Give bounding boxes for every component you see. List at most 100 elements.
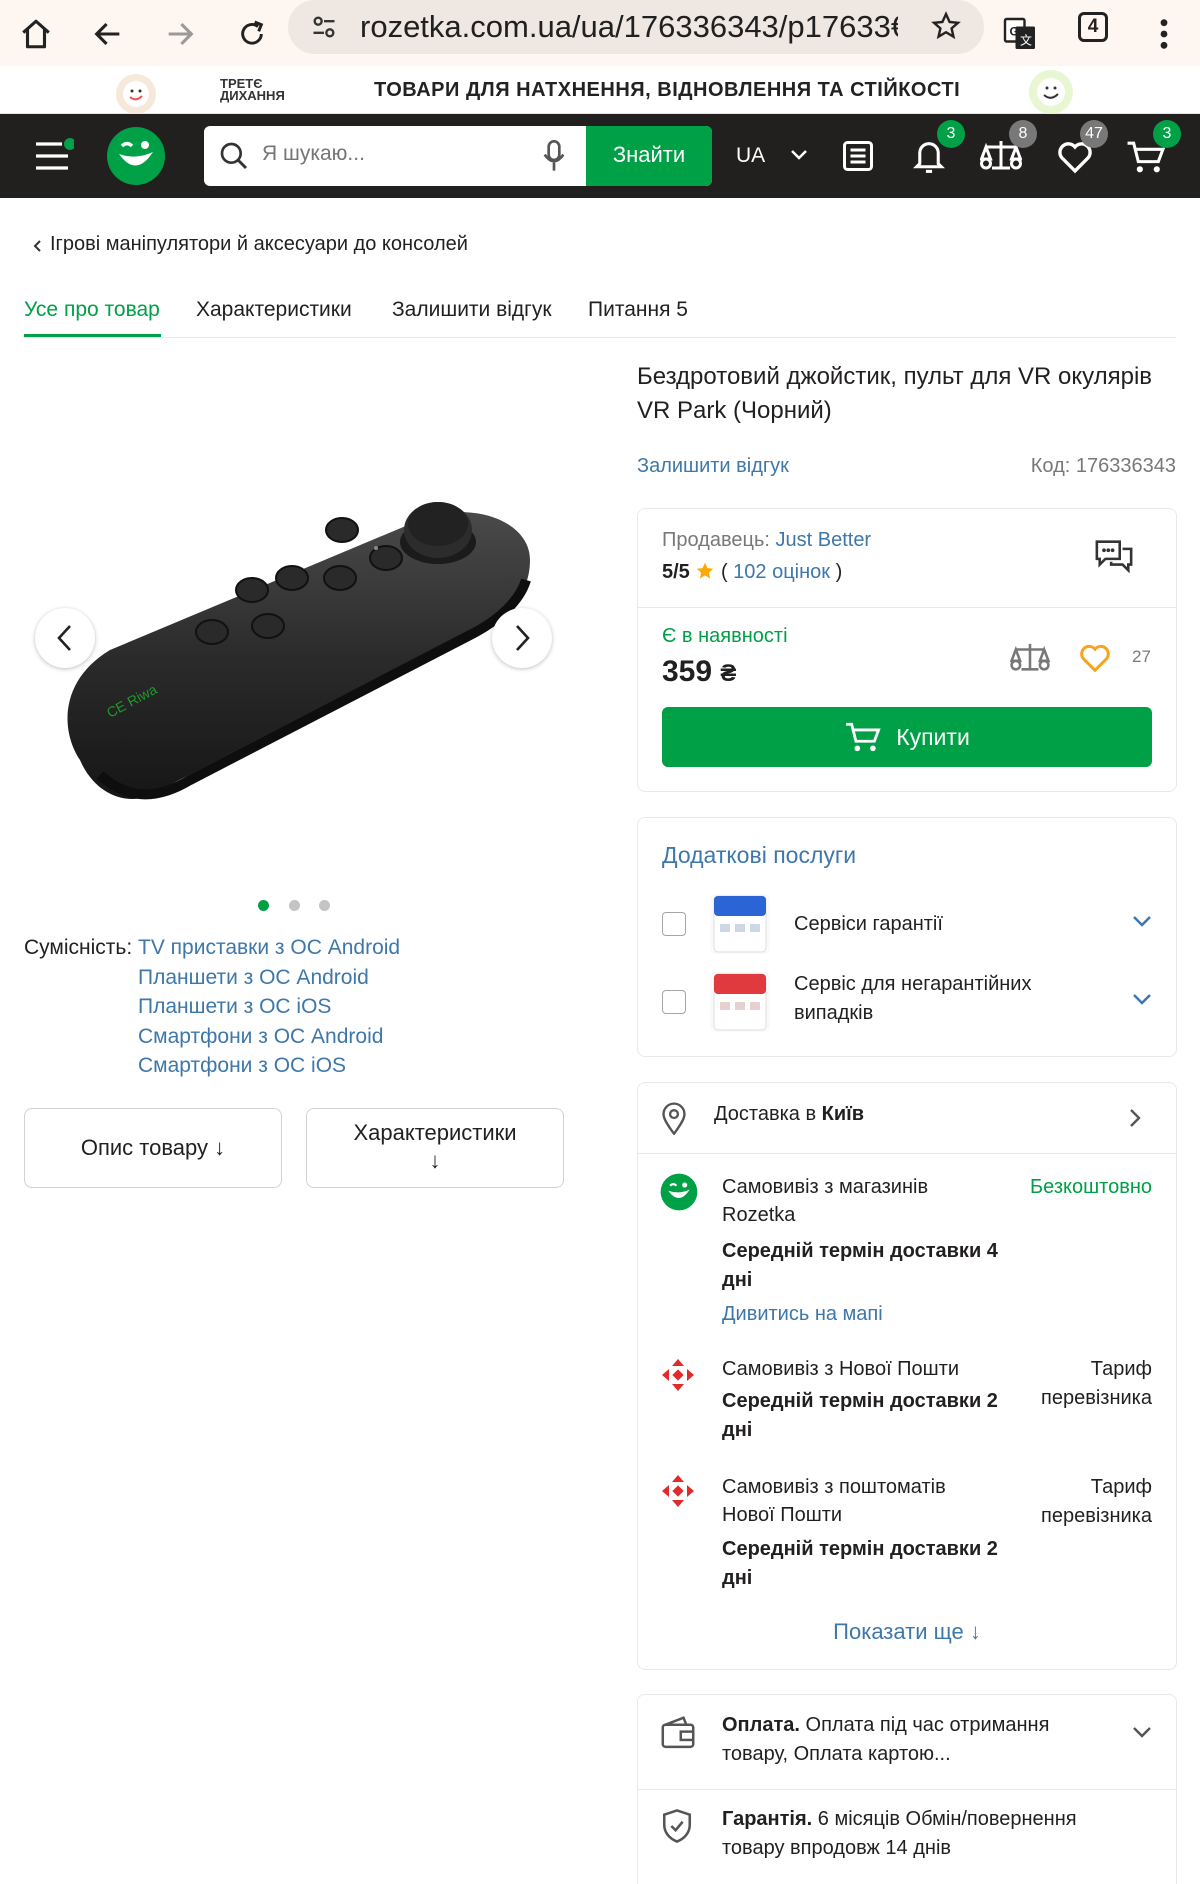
warranty-info[interactable]: Гарантія. 6 місяців Обмін/повернення тов… — [722, 1805, 1122, 1863]
promo-text: ТОВАРИ ДЛЯ НАТХНЕННЯ, ВІДНОВЛЕННЯ ТА СТІ… — [374, 79, 961, 101]
price: 359 ₴ — [662, 655, 737, 688]
gallery-dot[interactable] — [289, 900, 300, 911]
compat-link[interactable]: Планшети з ОС Android — [138, 966, 369, 990]
cart-icon — [846, 722, 881, 752]
rozetka-logo[interactable] — [106, 126, 166, 186]
gallery-next-button[interactable] — [492, 608, 552, 668]
notifications-badge: 3 — [937, 120, 965, 148]
wallet-icon — [660, 1715, 696, 1751]
gallery-dot[interactable] — [319, 900, 330, 911]
smiley-decoration-icon — [1020, 68, 1082, 114]
language-label: UA — [736, 144, 766, 167]
active-tab-indicator — [24, 334, 161, 337]
bookmark-star-icon[interactable] — [930, 10, 962, 42]
buy-label: Купити — [896, 723, 970, 750]
svg-text:文: 文 — [1020, 33, 1032, 48]
chevron-down-icon[interactable] — [1132, 1725, 1152, 1739]
site-settings-icon[interactable] — [310, 13, 338, 41]
chevron-down-icon[interactable] — [1132, 914, 1152, 928]
service-checkbox[interactable] — [662, 990, 686, 1014]
divider — [638, 1153, 1176, 1154]
language-selector[interactable]: UA — [736, 144, 807, 168]
product-code: Код: 176336343 — [1030, 455, 1176, 477]
chevron-down-icon — [790, 148, 808, 162]
service-label: Сервіс для негарантійних випадків — [794, 973, 1032, 1024]
leave-review-link[interactable]: Залишити відгук — [637, 455, 789, 478]
promo-banner[interactable]: ТРЕТЄ ДИХАННЯ ТОВАРИ ДЛЯ НАТХНЕННЯ, ВІДН… — [0, 66, 1200, 114]
compat-link[interactable]: Смартфони з ОС iOS — [138, 1054, 346, 1078]
seller-rating: 5/5 ( 102 оцінок ) — [662, 561, 843, 583]
search-button[interactable]: Знайти — [586, 126, 712, 186]
delivery-card: Доставка в Київ Самовивіз з магазинів Ro… — [637, 1082, 1177, 1670]
availability-status: Є в наявності — [662, 625, 788, 647]
service-label: Сервіси гарантії — [794, 913, 943, 935]
delivery-price: Безкоштовно — [1030, 1176, 1152, 1198]
delivery-option-name: Самовивіз з поштоматів Нової Пошти — [722, 1476, 946, 1526]
compare-badge: 8 — [1009, 120, 1037, 148]
chevron-left-icon — [32, 239, 42, 253]
chevron-down-icon[interactable] — [1132, 992, 1152, 1006]
description-button[interactable]: Опис товару ↓ — [24, 1108, 282, 1188]
cart-badge: 3 — [1153, 120, 1181, 148]
delivery-term: Середній термін доставки 4 дні — [722, 1240, 998, 1291]
microphone-icon[interactable] — [542, 140, 566, 172]
product-image[interactable]: CE Riwa — [40, 430, 560, 830]
delivery-title: Доставка в Київ — [714, 1103, 865, 1125]
nova-poshta-icon — [660, 1473, 696, 1509]
tab-questions[interactable]: Питання 5 — [588, 298, 688, 322]
tab-all-about[interactable]: Усе про товар — [24, 298, 160, 322]
divider — [638, 607, 1176, 608]
buy-button[interactable]: Купити — [662, 707, 1152, 767]
compat-link[interactable]: Смартфони з ОС Android — [138, 1025, 383, 1049]
rozetka-smile-icon — [660, 1173, 698, 1211]
compare-scales-icon[interactable] — [1010, 641, 1050, 675]
chevron-right-icon — [1128, 1107, 1142, 1129]
compat-link[interactable]: TV приставки з ОС Android — [138, 936, 400, 960]
address-bar[interactable]: rozetka.com.ua/ua/176336343/p17633€ — [288, 0, 984, 54]
breadcrumb[interactable]: Ігрові маніпулятори й аксесуари до консо… — [32, 233, 468, 256]
svg-text:G: G — [1010, 25, 1019, 39]
compat-link[interactable]: Планшети з ОС iOS — [138, 995, 331, 1019]
wishlist-badge: 47 — [1080, 120, 1108, 148]
delivery-term: Середній термін доставки 2 дні — [722, 1538, 998, 1589]
show-more-button[interactable]: Показати ще ↓ — [638, 1619, 1176, 1645]
seller-link[interactable]: Just Better — [776, 529, 872, 551]
forward-arrow-icon[interactable] — [152, 6, 208, 62]
service-checkbox[interactable] — [662, 912, 686, 936]
reload-icon[interactable] — [224, 6, 280, 62]
characteristics-button[interactable]: Характеристики ↓ — [306, 1108, 564, 1188]
services-title: Додаткові послуги — [662, 842, 857, 868]
wishlist-heart-icon[interactable] — [1078, 643, 1112, 673]
catalog-list-icon[interactable] — [840, 138, 876, 174]
wish-count: 27 — [1132, 647, 1151, 666]
search-icon — [218, 140, 250, 172]
more-vert-icon[interactable] — [1136, 6, 1192, 62]
tab-switcher-button[interactable]: 4 — [1078, 12, 1108, 42]
smiley-decoration-icon — [108, 70, 164, 114]
location-pin-icon — [660, 1101, 688, 1135]
delivery-price: Тариф перевізника — [1041, 1358, 1152, 1409]
delivery-city-selector[interactable]: Доставка в Київ — [638, 1083, 1176, 1153]
search-input[interactable] — [262, 142, 522, 166]
services-card: Додаткові послуги Сервіси гарантії Серві… — [637, 817, 1177, 1057]
menu-hamburger-icon[interactable] — [34, 138, 74, 174]
gallery-prev-button[interactable] — [35, 608, 95, 668]
back-arrow-icon[interactable] — [80, 6, 136, 62]
breadcrumb-link[interactable]: Ігрові маніпулятори й аксесуари до консо… — [50, 233, 468, 255]
payment-info[interactable]: Оплата. Оплата під час отримання товару,… — [722, 1711, 1082, 1769]
site-header: Знайти UA 3 8 47 3 — [0, 114, 1200, 198]
translate-icon[interactable]: G文 — [992, 6, 1048, 62]
home-icon[interactable] — [8, 6, 64, 62]
search-box[interactable]: Знайти — [204, 126, 712, 186]
chat-icon[interactable] — [1094, 537, 1134, 575]
browser-toolbar: rozetka.com.ua/ua/176336343/p17633€ G文 4 — [0, 0, 1200, 66]
view-on-map-link[interactable]: Дивитись на мапі — [722, 1303, 883, 1326]
service-thumbnail — [710, 972, 770, 1032]
promo-logo: ТРЕТЄ ДИХАННЯ — [220, 76, 285, 103]
shield-check-icon — [660, 1807, 694, 1845]
tab-characteristics[interactable]: Характеристики — [196, 298, 352, 322]
compat-label: Сумісність: — [24, 936, 133, 959]
tab-leave-review[interactable]: Залишити відгук — [392, 298, 552, 322]
reviews-link[interactable]: 102 оцінок — [733, 561, 830, 583]
gallery-dot[interactable] — [258, 900, 269, 911]
